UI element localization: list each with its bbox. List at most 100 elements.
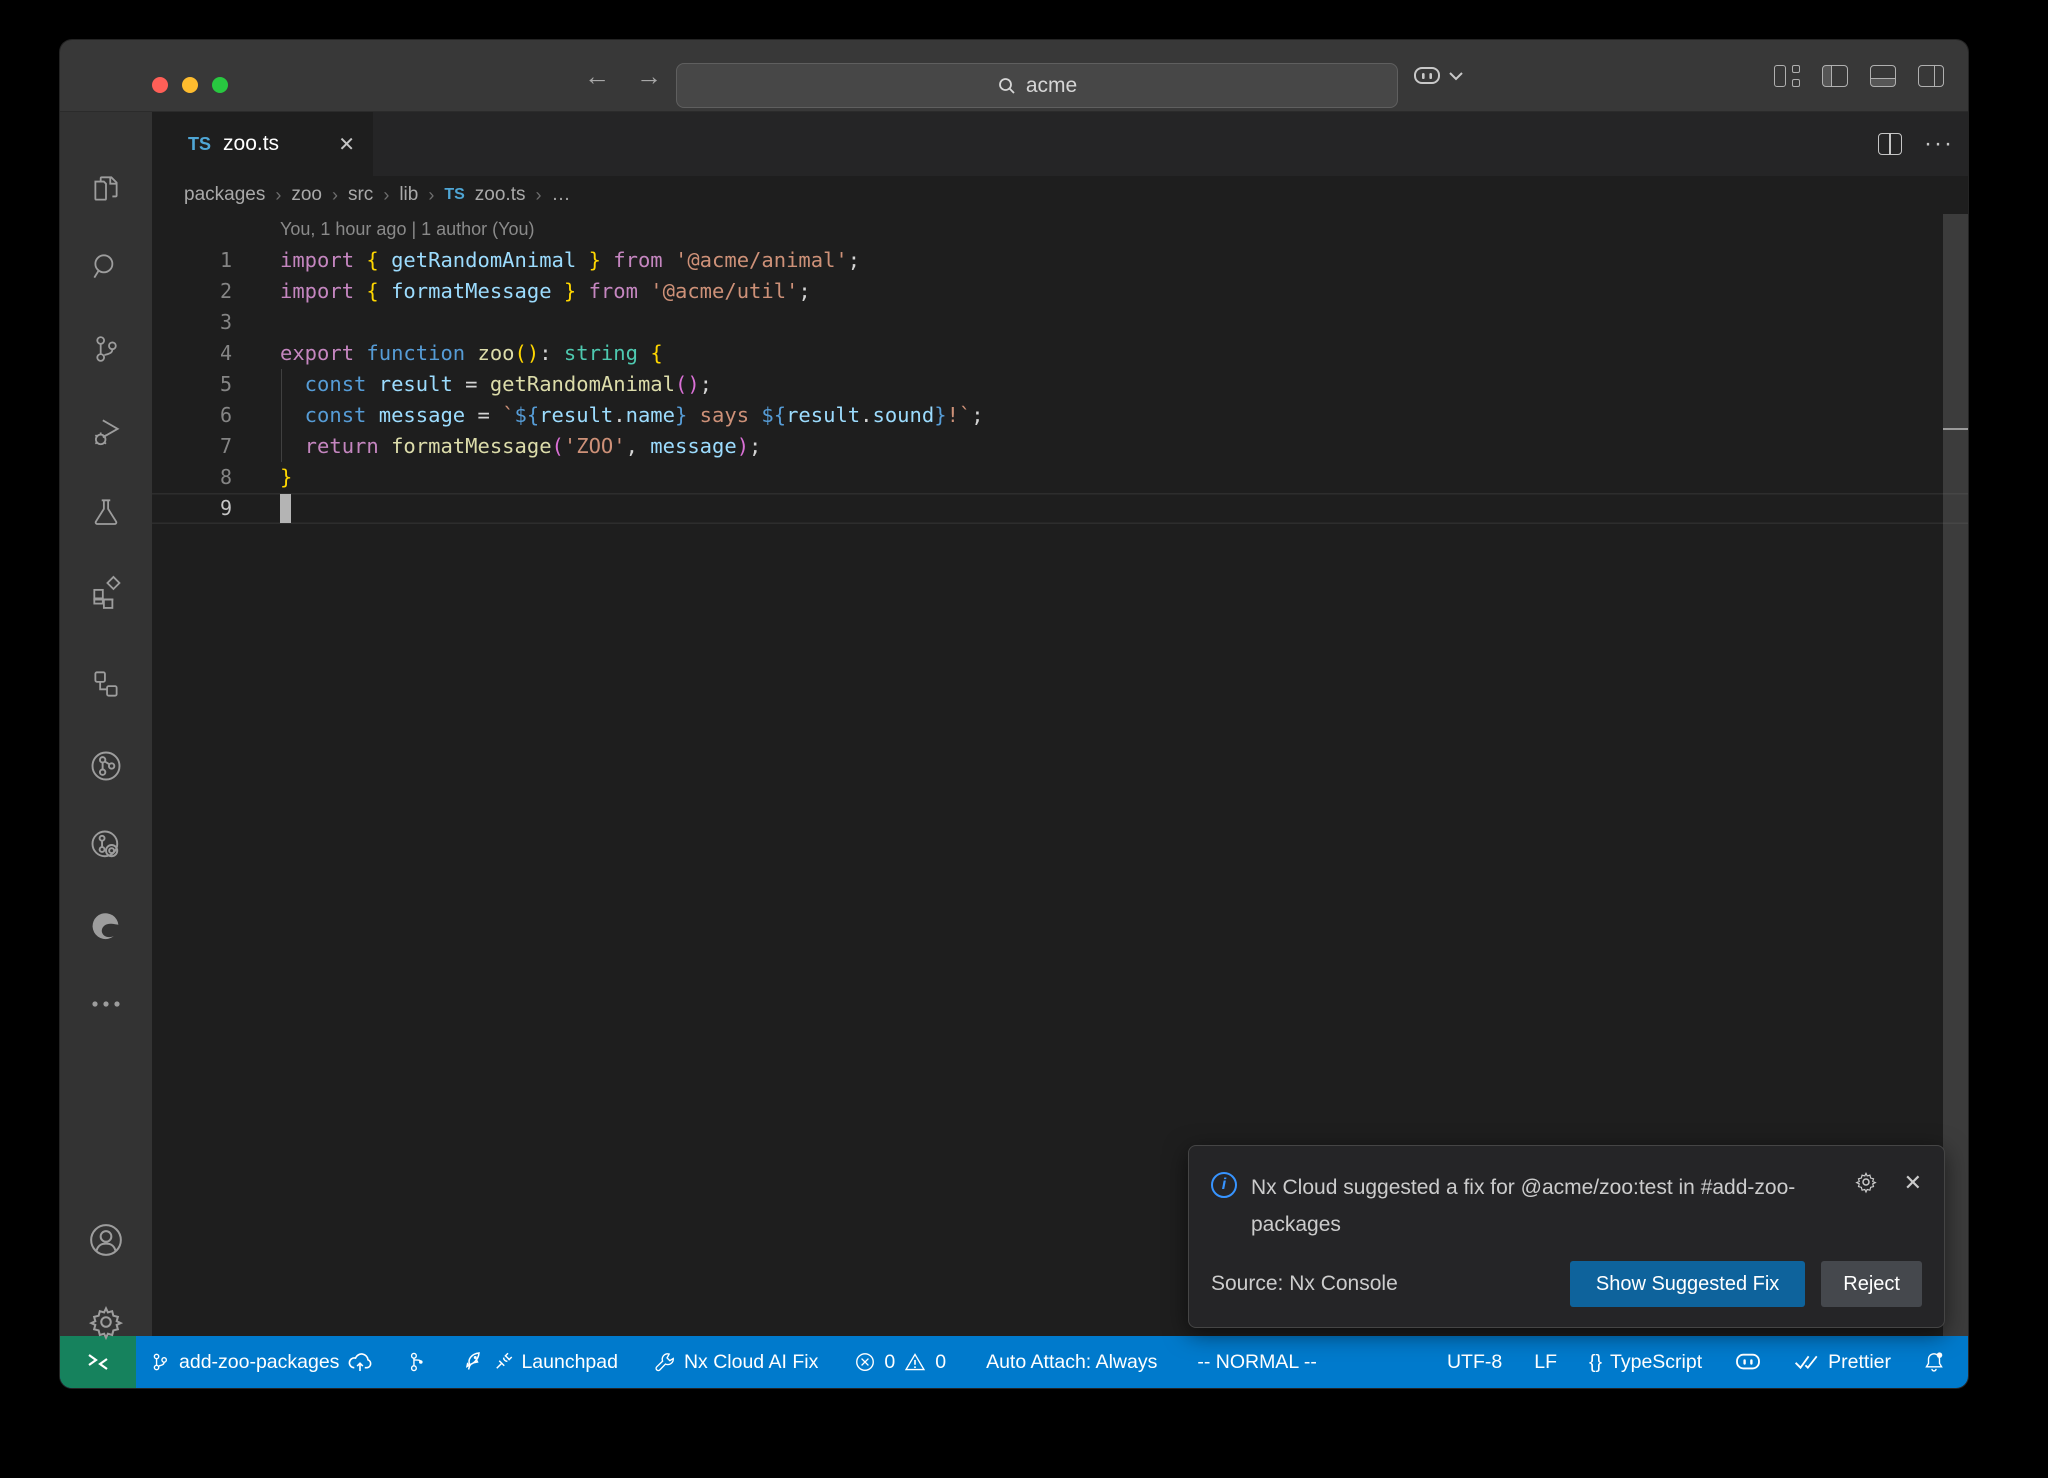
- language-label: TypeScript: [1610, 1351, 1702, 1374]
- plug-icon: [493, 1352, 513, 1372]
- tab-close-icon[interactable]: ✕: [338, 132, 355, 157]
- code-line[interactable]: 4export function zoo(): string {: [152, 338, 1968, 369]
- editor-more-actions-icon[interactable]: ···: [1924, 130, 1954, 158]
- notification-close-icon[interactable]: ✕: [1904, 1170, 1922, 1196]
- minimize-window-button[interactable]: [182, 77, 198, 93]
- line-number: 6: [152, 400, 232, 431]
- line-number: 5: [152, 369, 232, 400]
- breadcrumb-more[interactable]: …: [551, 184, 570, 206]
- nx-cloud-icon[interactable]: [60, 813, 152, 877]
- account-icon[interactable]: [60, 1208, 152, 1272]
- search-icon[interactable]: [60, 235, 152, 299]
- prettier-item[interactable]: Prettier: [1781, 1336, 1904, 1388]
- testing-icon[interactable]: [60, 480, 152, 544]
- encoding-item[interactable]: UTF-8: [1434, 1336, 1515, 1388]
- toggle-primary-sidebar-button[interactable]: [1822, 65, 1848, 87]
- error-count: 0: [884, 1351, 895, 1374]
- braces-icon: {}: [1589, 1351, 1602, 1374]
- customize-layout-button[interactable]: [1774, 65, 1800, 87]
- code-line[interactable]: 1import { getRandomAnimal } from '@acme/…: [152, 245, 1968, 276]
- chevron-down-icon[interactable]: [1448, 71, 1464, 81]
- close-window-button[interactable]: [152, 77, 168, 93]
- source-control-icon[interactable]: [60, 317, 152, 381]
- auto-attach-item[interactable]: Auto Attach: Always: [973, 1336, 1170, 1388]
- wrench-icon: [654, 1351, 676, 1373]
- tab-label: zoo.ts: [223, 132, 279, 156]
- copilot-status-item[interactable]: [1721, 1336, 1775, 1388]
- settings-gear-icon[interactable]: [60, 1290, 152, 1354]
- activity-bar: [60, 112, 152, 1336]
- breadcrumb-item[interactable]: zoo: [291, 184, 322, 206]
- show-suggested-fix-button[interactable]: Show Suggested Fix: [1570, 1261, 1805, 1307]
- toggle-secondary-sidebar-button[interactable]: [1918, 65, 1944, 87]
- notification-toast: i Nx Cloud suggested a fix for @acme/zoo…: [1188, 1145, 1945, 1328]
- breadcrumb-item[interactable]: src: [348, 184, 373, 206]
- warnings-icon: [903, 1351, 927, 1373]
- code-line[interactable]: 2import { formatMessage } from '@acme/ut…: [152, 276, 1968, 307]
- code-line[interactable]: 9: [152, 493, 1968, 524]
- eol-label: LF: [1534, 1351, 1557, 1374]
- branch-name: add-zoo-packages: [179, 1351, 339, 1374]
- launchpad-item[interactable]: Launchpad: [448, 1336, 631, 1388]
- overview-ruler-cursor-marker: [1943, 428, 1968, 430]
- problems-item[interactable]: 0 0: [841, 1336, 959, 1388]
- code-line[interactable]: 8}: [152, 462, 1968, 493]
- notification-settings-gear-icon[interactable]: [1854, 1170, 1878, 1194]
- code-line[interactable]: 6 const message = `${result.name} says $…: [152, 400, 1968, 431]
- nx-fix-label: Nx Cloud AI Fix: [684, 1351, 818, 1374]
- vim-mode-item[interactable]: -- NORMAL --: [1184, 1336, 1330, 1388]
- launchpad-label: Launchpad: [521, 1351, 618, 1374]
- line-number: 4: [152, 338, 232, 369]
- editor-scrollbar[interactable]: [1943, 214, 1968, 1336]
- code-line[interactable]: 5 const result = getRandomAnimal();: [152, 369, 1968, 400]
- nx-cloud-fix-item[interactable]: Nx Cloud AI Fix: [641, 1336, 831, 1388]
- reject-button[interactable]: Reject: [1821, 1261, 1922, 1307]
- eol-item[interactable]: LF: [1521, 1336, 1570, 1388]
- command-center-search[interactable]: acme: [676, 63, 1398, 108]
- copilot-icon[interactable]: [1412, 64, 1442, 88]
- notification-source: Source: Nx Console: [1211, 1272, 1398, 1296]
- go-back-button[interactable]: ←: [584, 61, 610, 92]
- auto-attach-label: Auto Attach: Always: [986, 1351, 1157, 1374]
- notification-message: Nx Cloud suggested a fix for @acme/zoo:t…: [1251, 1170, 1811, 1244]
- tab-bar: TS zoo.ts ✕ ···: [152, 112, 1968, 176]
- breadcrumb-separator: ›: [332, 185, 338, 206]
- line-number: 1: [152, 245, 232, 276]
- split-editor-icon[interactable]: [1878, 133, 1902, 155]
- tab-zoo-ts[interactable]: TS zoo.ts ✕: [152, 112, 374, 176]
- language-mode-item[interactable]: {} TypeScript: [1576, 1336, 1715, 1388]
- breadcrumb-separator: ›: [535, 185, 541, 206]
- rocket-icon: [461, 1350, 485, 1374]
- cloud-upload-icon: [347, 1351, 373, 1373]
- encoding-label: UTF-8: [1447, 1351, 1502, 1374]
- code-line[interactable]: 7 return formatMessage('ZOO', message);: [152, 431, 1968, 462]
- breadcrumb-file[interactable]: zoo.ts: [475, 184, 526, 206]
- status-bar: add-zoo-packages Launchpad Nx Cloud AI F…: [60, 1336, 1968, 1388]
- breadcrumb-item[interactable]: packages: [184, 184, 265, 206]
- nx-console-icon[interactable]: [60, 734, 152, 798]
- workspace-icon[interactable]: [60, 652, 152, 716]
- text-cursor: [280, 494, 291, 523]
- go-forward-button[interactable]: →: [636, 61, 662, 92]
- maximize-window-button[interactable]: [212, 77, 228, 93]
- toggle-panel-button[interactable]: [1870, 65, 1896, 87]
- commit-graph-item[interactable]: [392, 1336, 440, 1388]
- more-actions-icon[interactable]: [60, 972, 152, 1036]
- extensions-icon[interactable]: [60, 560, 152, 624]
- git-branch-item[interactable]: add-zoo-packages: [136, 1336, 386, 1388]
- commit-graph-icon: [405, 1349, 427, 1375]
- run-debug-icon[interactable]: [60, 400, 152, 464]
- command-center-query: acme: [1026, 74, 1077, 98]
- edge-browser-icon[interactable]: [60, 895, 152, 959]
- search-icon: [997, 76, 1017, 96]
- remote-icon: [85, 1352, 111, 1372]
- line-number: 9: [152, 493, 232, 524]
- explorer-icon[interactable]: [60, 157, 152, 221]
- code-line[interactable]: 3: [152, 307, 1968, 338]
- breadcrumb-separator: ›: [383, 185, 389, 206]
- notifications-bell-item[interactable]: [1910, 1336, 1958, 1388]
- breadcrumb-separator: ›: [428, 185, 434, 206]
- copilot-icon: [1734, 1351, 1762, 1373]
- bell-icon: [1923, 1350, 1945, 1374]
- breadcrumb-item[interactable]: lib: [399, 184, 418, 206]
